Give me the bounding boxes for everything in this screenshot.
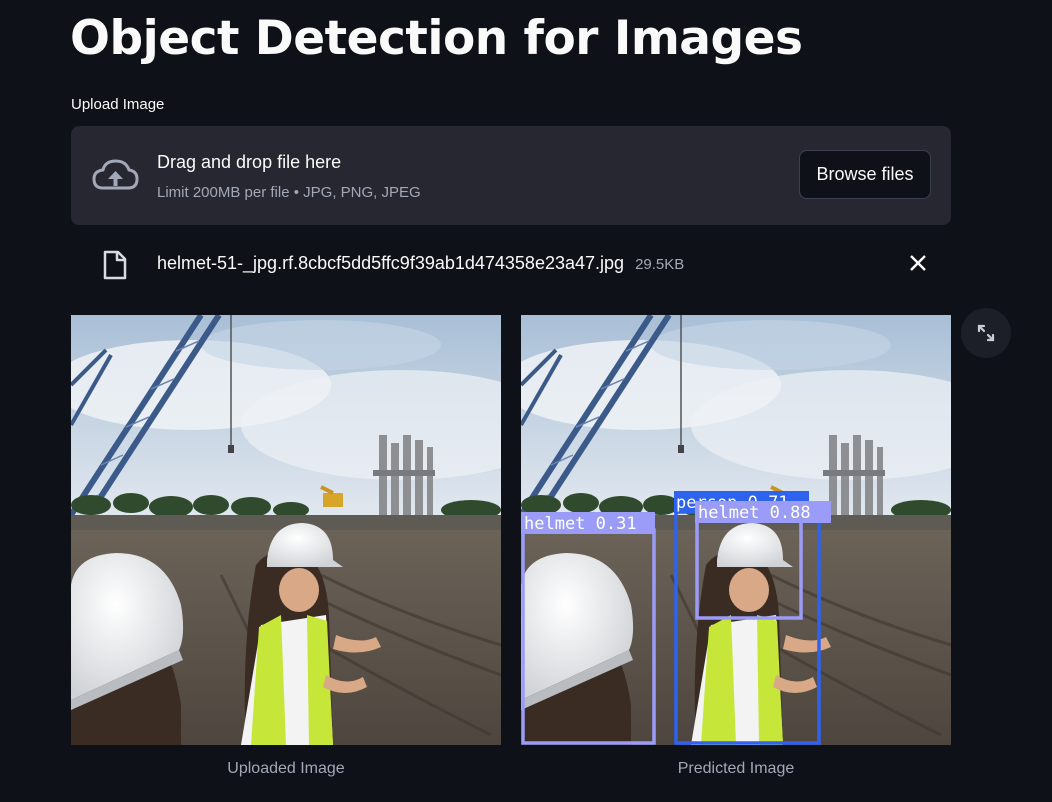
dropzone-limit-text: Limit 200MB per file • JPG, PNG, JPEG [157,184,421,201]
upload-image-label: Upload Image [71,96,165,113]
uploaded-file-row: helmet-51-_jpg.rf.8cbcf5dd5ffc9f39ab1d47… [71,242,951,286]
browse-files-button[interactable]: Browse files [799,150,931,199]
file-icon [103,250,127,280]
uploaded-image [71,315,501,745]
expand-icon [977,324,995,342]
cloud-upload-icon [92,159,139,190]
fullscreen-button[interactable] [961,308,1011,358]
close-icon[interactable] [907,252,929,274]
dropzone-title: Drag and drop file here [157,152,342,172]
detection-label-2: helmet 0.88 [698,503,811,523]
predicted-image: helmet 0.31 person 0.71 helmet 0.88 [521,315,951,745]
detection-label-0: helmet 0.31 [524,514,637,534]
file-dropzone[interactable]: Drag and drop file here Limit 200MB per … [71,126,951,225]
page: Object Detection for Images Upload Image… [0,0,1052,802]
predicted-image-caption: Predicted Image [677,760,795,777]
file-size: 29.5KB [635,256,685,273]
uploaded-image-caption: Uploaded Image [227,760,345,777]
file-name-text: helmet-51-_jpg.rf.8cbcf5dd5ffc9f39ab1d47… [157,253,684,274]
file-name: helmet-51-_jpg.rf.8cbcf5dd5ffc9f39ab1d47… [157,253,625,273]
page-title: Object Detection for Images [70,11,803,66]
